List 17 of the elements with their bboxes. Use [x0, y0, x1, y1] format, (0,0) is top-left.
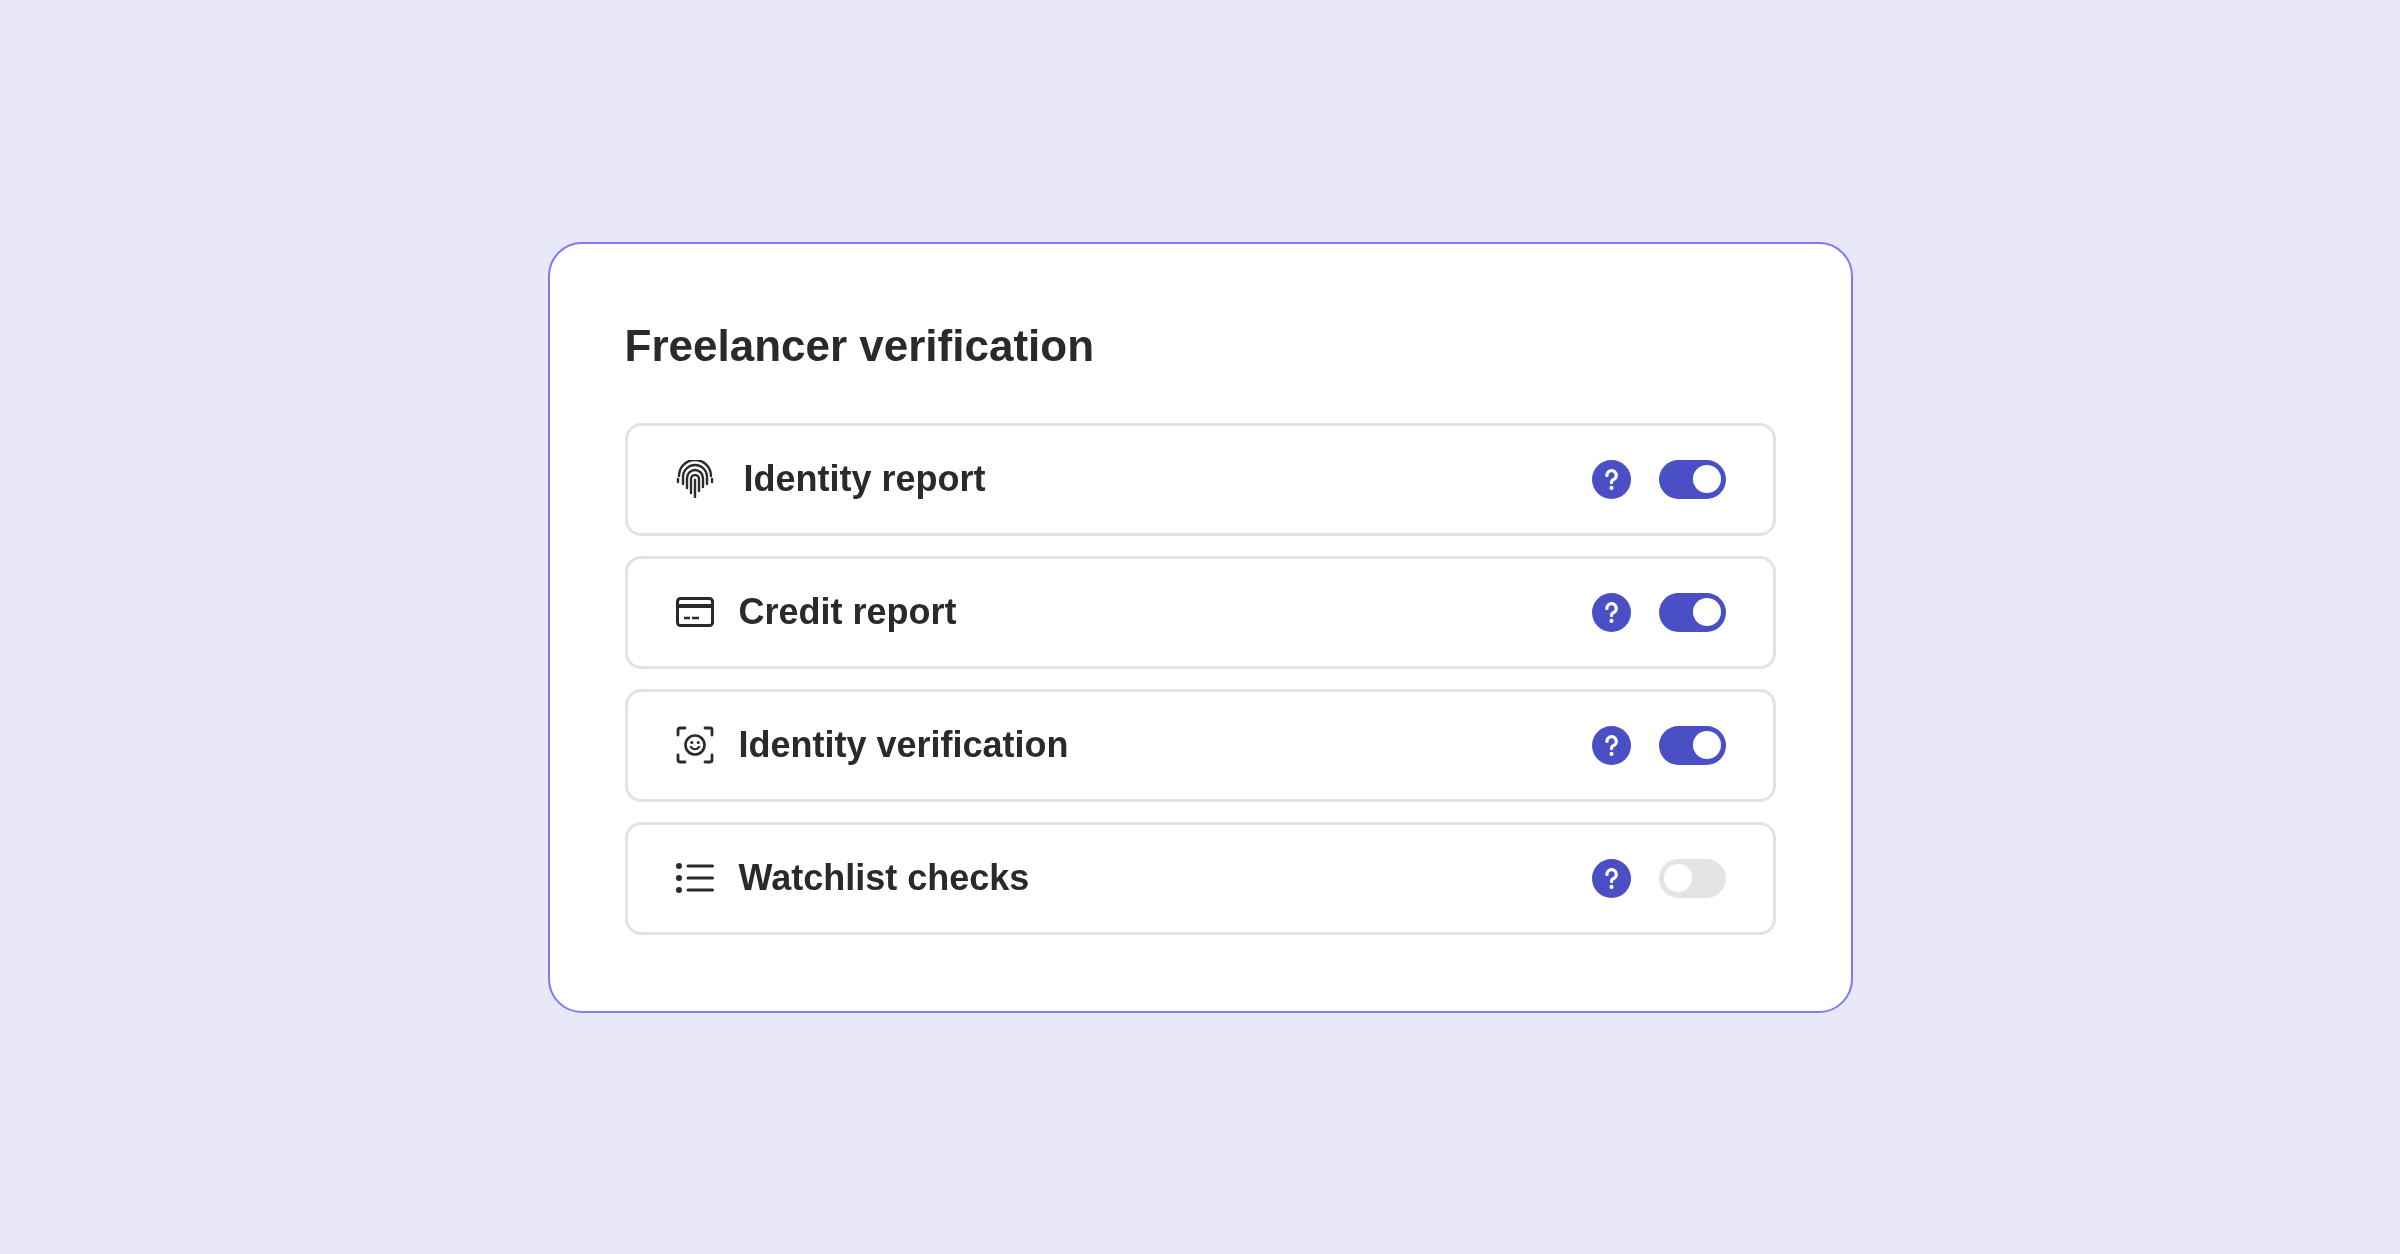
credit-card-icon [675, 597, 714, 627]
toggle-switch[interactable] [1658, 725, 1726, 765]
toggle-switch[interactable] [1658, 459, 1726, 499]
toggle-switch[interactable] [1658, 858, 1726, 898]
help-icon[interactable] [1591, 725, 1631, 765]
help-icon[interactable] [1591, 592, 1631, 632]
list-icon [675, 863, 714, 893]
check-label: Identity verification [738, 724, 1069, 766]
check-label: Watchlist checks [738, 857, 1030, 899]
card-title: Freelancer verification [624, 319, 1095, 372]
help-icon[interactable] [1591, 858, 1631, 898]
check-label: Credit report [738, 591, 957, 633]
help-icon[interactable] [1591, 459, 1631, 499]
fingerprint-icon [675, 460, 714, 498]
check-label: Identity report [743, 458, 986, 500]
toggle-switch[interactable] [1658, 592, 1726, 632]
face-scan-icon [675, 726, 714, 764]
